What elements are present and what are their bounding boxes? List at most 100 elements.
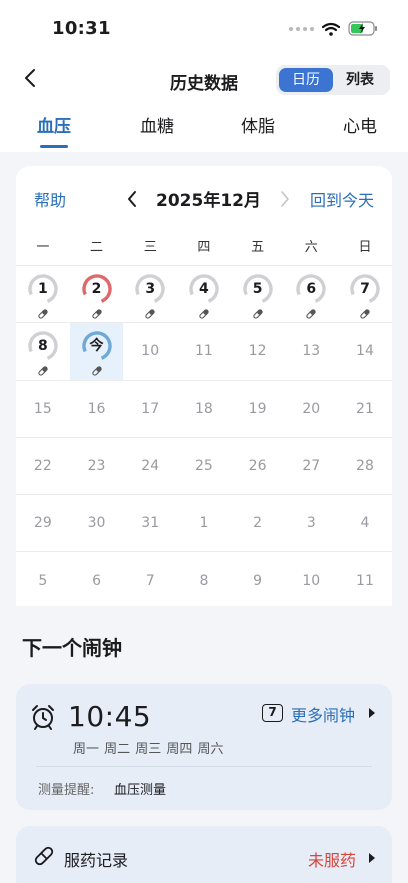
- calendar-day[interactable]: 25: [177, 438, 231, 494]
- tab-ecg[interactable]: 心电: [343, 112, 377, 137]
- weekday-label: 日: [358, 240, 372, 255]
- calendar-day[interactable]: 6: [70, 552, 124, 609]
- tab-blood-pressure[interactable]: 血压: [37, 112, 71, 137]
- more-alarms-button[interactable]: 更多闹钟: [291, 702, 355, 726]
- calendar-day[interactable]: 31: [123, 495, 177, 551]
- pill-icon: [38, 309, 48, 319]
- calendar-day[interactable]: 7: [338, 266, 392, 322]
- measurement-ring: 4: [188, 273, 220, 305]
- calendar-day[interactable]: 8: [177, 552, 231, 609]
- day-number: 29: [33, 515, 52, 532]
- calendar-day[interactable]: 26: [231, 438, 285, 494]
- day-number: 6: [306, 281, 317, 297]
- day-number: 3: [306, 515, 316, 532]
- calendar-day[interactable]: 2: [231, 495, 285, 551]
- alarm-days: 周一 周二 周三 周四 周六: [73, 742, 224, 757]
- segment-list[interactable]: 列表: [333, 68, 387, 92]
- next-alarm-card[interactable]: 10:45 周一 周二 周三 周四 周六 7 更多闹钟 测量提醒: 血压测量: [16, 684, 392, 810]
- measurement-ring: 3: [134, 273, 166, 305]
- calendar-grid: 1 2 3 4 5 6 7 8 今 10 11 12 13 14 15 16 17 18 19 20 21 22 23 24 2…: [16, 266, 392, 610]
- calendar-day[interactable]: 22: [16, 438, 70, 494]
- alarm-clock-icon: [32, 705, 54, 730]
- weekday-label: 六: [304, 240, 318, 255]
- tab-blood-sugar[interactable]: 血糖: [140, 112, 174, 137]
- status-bar: 10:31: [0, 0, 408, 56]
- pill-icon: [34, 846, 54, 866]
- calendar-day[interactable]: 5: [231, 266, 285, 322]
- back-to-today-button[interactable]: 回到今天: [310, 187, 374, 211]
- pill-icon: [360, 309, 370, 319]
- weekday-label: 四: [197, 240, 211, 255]
- calendar-day[interactable]: 19: [231, 381, 285, 437]
- calendar-day[interactable]: 15: [16, 381, 70, 437]
- measurement-ring: 7: [349, 273, 381, 305]
- calendar-day[interactable]: 28: [338, 438, 392, 494]
- calendar-day[interactable]: 18: [177, 381, 231, 437]
- calendar-day[interactable]: 3: [123, 266, 177, 322]
- calendar-day[interactable]: 17: [123, 381, 177, 437]
- day-number: 17: [141, 400, 160, 417]
- pill-icon: [252, 309, 263, 319]
- calendar-day[interactable]: 24: [123, 438, 177, 494]
- chevron-left-icon: [25, 69, 35, 87]
- day-number: 今: [89, 338, 104, 355]
- weekday-label: 二: [90, 240, 104, 255]
- calendar-card: 帮助 2025年12月 回到今天 一二三四五六日 1 2 3 4 5 6 7 8 今 10 11 12…: [16, 166, 392, 606]
- status-time: 10:31: [52, 18, 111, 39]
- medication-record-card[interactable]: 服药记录 未服药: [16, 826, 392, 883]
- calendar-day[interactable]: 12: [231, 323, 285, 379]
- calendar-day[interactable]: 13: [284, 323, 338, 379]
- status-icons: [289, 21, 378, 36]
- calendar-day-today[interactable]: 今: [69, 323, 124, 380]
- calendar-day[interactable]: 27: [284, 438, 338, 494]
- calendar-day[interactable]: 21: [338, 381, 392, 437]
- pill-icon: [145, 309, 155, 319]
- back-button[interactable]: [18, 66, 42, 90]
- calendar-day[interactable]: 29: [16, 495, 70, 551]
- calendar-day[interactable]: 5: [16, 552, 70, 609]
- next-month-chevron-right-icon[interactable]: [279, 190, 291, 208]
- weekday-label: 一: [36, 240, 50, 255]
- caret-right-icon: [369, 708, 375, 718]
- day-number: 4: [360, 515, 370, 532]
- calendar-day[interactable]: 14: [338, 323, 392, 379]
- calendar-day[interactable]: 23: [70, 438, 124, 494]
- calendar-day[interactable]: 2: [70, 266, 124, 322]
- day-number: 24: [141, 458, 160, 475]
- calendar-day[interactable]: 11: [177, 323, 231, 379]
- pill-icon: [91, 366, 102, 376]
- calendar-day[interactable]: 16: [70, 381, 124, 437]
- calendar-week-row: 22 23 24 25 26 27 28: [16, 438, 392, 496]
- divider: [36, 766, 372, 767]
- day-number: 19: [248, 400, 267, 417]
- calendar-day[interactable]: 10: [123, 323, 177, 379]
- calendar-day[interactable]: 3: [284, 495, 338, 551]
- day-number: 11: [194, 343, 213, 360]
- day-number: 23: [87, 458, 106, 475]
- calendar-day[interactable]: 7: [123, 552, 177, 609]
- segment-calendar[interactable]: 日历: [279, 68, 333, 92]
- calendar-day[interactable]: 4: [177, 266, 231, 322]
- calendar-day[interactable]: 20: [284, 381, 338, 437]
- calendar-day[interactable]: 11: [338, 552, 392, 609]
- calendar-day[interactable]: 8: [16, 323, 70, 379]
- measurement-ring: 2: [81, 273, 113, 305]
- day-number: 16: [87, 400, 106, 417]
- calendar-day[interactable]: 1: [177, 495, 231, 551]
- medication-status: 未服药: [308, 851, 357, 870]
- alarm-time: 10:45: [68, 700, 152, 733]
- calendar-day[interactable]: 4: [338, 495, 392, 551]
- measurement-ring: 5: [242, 273, 274, 305]
- day-number: 8: [199, 573, 209, 590]
- calendar-day[interactable]: 1: [16, 266, 70, 322]
- calendar-day[interactable]: 9: [231, 552, 285, 609]
- calendar-day[interactable]: 10: [284, 552, 338, 609]
- calendar-week-row: 1 2 3 4 5 6 7: [16, 266, 392, 324]
- help-button[interactable]: 帮助: [34, 187, 66, 211]
- calendar-day[interactable]: 6: [284, 266, 338, 322]
- remind-label: 测量提醒:: [38, 783, 95, 798]
- tab-body-fat[interactable]: 体脂: [241, 112, 275, 137]
- prev-month-chevron-left-icon[interactable]: [126, 190, 138, 208]
- calendar-day[interactable]: 30: [70, 495, 124, 551]
- signal-dots-icon: [289, 26, 314, 31]
